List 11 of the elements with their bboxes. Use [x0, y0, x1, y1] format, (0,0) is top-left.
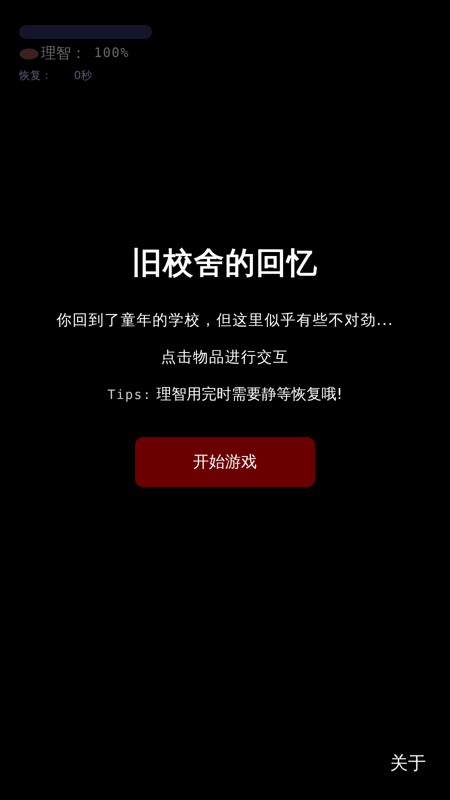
recovery-label: 恢复：	[19, 68, 52, 83]
sanity-value: 100%	[94, 46, 130, 61]
hint-text: 点击物品进行交互	[161, 348, 289, 367]
game-title: 旧校舍的回忆	[132, 245, 318, 283]
about-link[interactable]: 关于	[390, 751, 426, 775]
tips-text: 理智用完时需要静等恢复哦!	[156, 385, 342, 403]
sanity-label: 理智：	[41, 44, 86, 63]
tips-label: Tips:	[108, 388, 152, 403]
recovery-value: 0秒	[74, 68, 92, 83]
start-button[interactable]: 开始游戏	[135, 437, 315, 487]
intro-text: 你回到了童年的学校，但这里似乎有些不对劲...	[55, 310, 395, 331]
